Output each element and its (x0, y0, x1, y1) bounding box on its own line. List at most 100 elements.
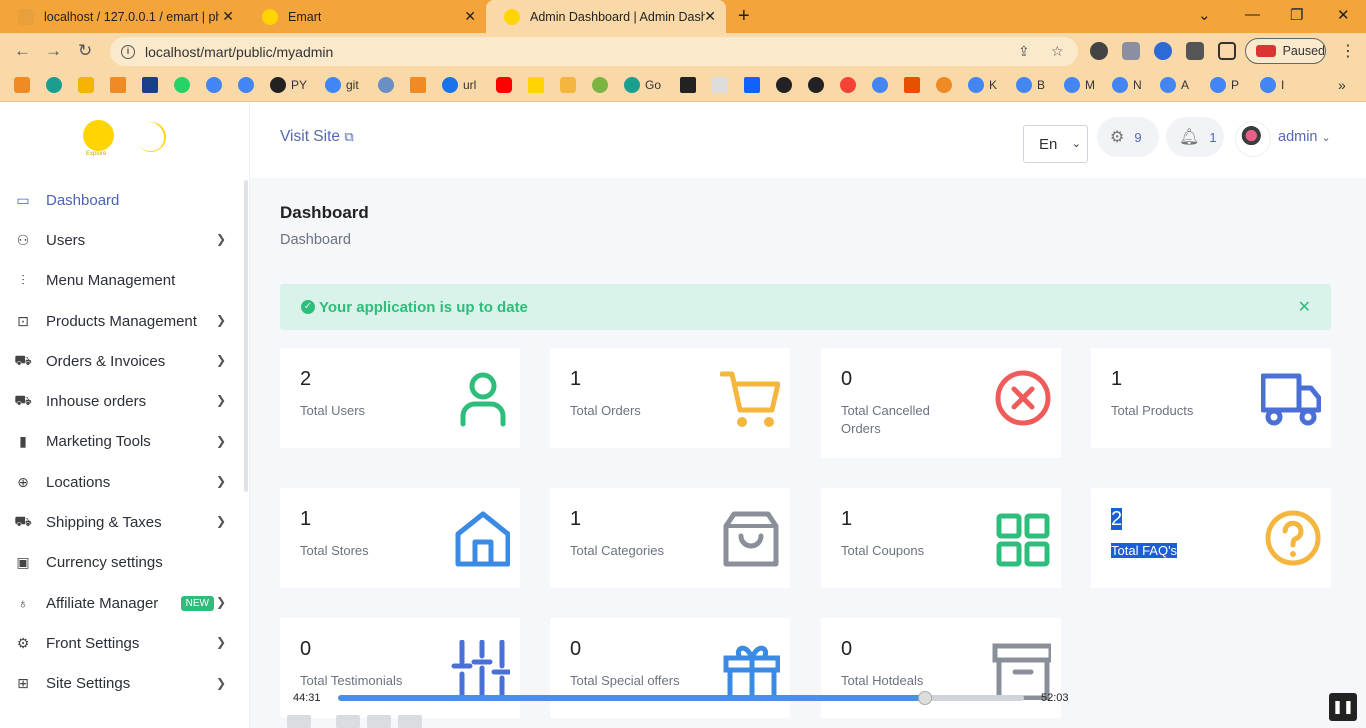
bookmark-icon[interactable] (238, 77, 259, 93)
bookmark-p[interactable]: P (1210, 77, 1239, 93)
stat-card-orders[interactable]: 1 Total Orders (550, 348, 790, 448)
reload-icon[interactable]: ↻ (78, 41, 92, 61)
bookmark-icon[interactable] (904, 77, 925, 93)
bookmark-n[interactable]: N (1112, 77, 1142, 93)
window-close-icon[interactable]: ✕ (1337, 6, 1350, 24)
sidebar-item-inhouse-orders[interactable]: ⛟ Inhouse orders ❯ (0, 381, 244, 421)
bookmark-k[interactable]: K (968, 77, 997, 93)
stat-card-stores[interactable]: 1 Total Stores (280, 488, 520, 588)
sidebar-item-menu-management[interactable]: ⫶ Menu Management (0, 261, 244, 301)
brand-logo[interactable]: Explore (0, 102, 250, 178)
language-select[interactable]: En ⌄ (1023, 125, 1088, 163)
new-tab-button[interactable]: + (738, 5, 750, 28)
bookmark-github-py[interactable]: PY (270, 77, 307, 93)
sidebar-item-site-settings[interactable]: ⊞ Site Settings ❯ (0, 664, 244, 704)
bookmark-a[interactable]: A (1160, 77, 1189, 93)
extension-image-icon[interactable] (1122, 42, 1140, 60)
browser-tab-phpmyadmin[interactable]: localhost / 127.0.0.1 / emart | php ✕ (0, 0, 244, 33)
bookmark-git[interactable]: git (325, 77, 359, 93)
bookmark-icon[interactable] (712, 77, 733, 93)
player-prev-ghost-button[interactable] (336, 715, 360, 728)
more-bookmarks-icon[interactable]: » (1338, 77, 1346, 93)
sidebar-item-shipping-taxes[interactable]: ⛟ Shipping & Taxes ❯ (0, 502, 244, 542)
bookmark-icon[interactable] (680, 77, 701, 93)
sidebar-item-affiliate-manager[interactable]: ♁ Affiliate Manager NEW ❯ (0, 583, 244, 623)
bookmark-icon[interactable] (496, 77, 517, 93)
side-panel-icon[interactable] (1218, 42, 1236, 60)
player-next-ghost-button[interactable] (398, 715, 422, 728)
bookmark-star-icon[interactable]: ☆ (1051, 43, 1064, 60)
bookmark-icon[interactable] (776, 77, 797, 93)
forward-icon[interactable]: → (45, 41, 62, 61)
bookmark-icon[interactable] (110, 77, 131, 93)
bookmark-icon[interactable] (872, 77, 893, 93)
minimize-icon[interactable]: — (1245, 6, 1260, 23)
bookmark-icon[interactable] (378, 77, 399, 93)
visit-site-link[interactable]: Visit Site ⧉ (280, 128, 354, 146)
stat-card-categories[interactable]: 1 Total Categories (550, 488, 790, 588)
bookmark-icon[interactable] (14, 77, 35, 93)
browser-menu-icon[interactable]: ⋮ (1340, 41, 1356, 61)
stat-card-faqs[interactable]: 2 Total FAQ's (1091, 488, 1331, 588)
bookmark-icon[interactable] (592, 77, 613, 93)
bookmark-icon[interactable] (840, 77, 861, 93)
close-tab-icon[interactable]: ✕ (464, 8, 476, 25)
sidebar-item-front-settings[interactable]: ⚙ Front Settings ❯ (0, 623, 244, 663)
bookmark-icon[interactable] (174, 77, 195, 93)
bookmark-url[interactable]: url (442, 77, 476, 93)
bookmark-go[interactable]: Go (624, 77, 661, 93)
pause-button[interactable]: ❚❚ (1329, 693, 1357, 721)
back-icon[interactable]: ← (14, 41, 31, 61)
seek-handle[interactable] (917, 691, 932, 705)
sidebar-item-products-management[interactable]: ⊡ Products Management ❯ (0, 301, 244, 341)
stat-label: Total FAQ's (1111, 543, 1178, 558)
sidebar-item-dashboard[interactable]: ▭ Dashboard (0, 180, 244, 220)
bookmark-icon[interactable] (46, 77, 67, 93)
bookmark-icon[interactable] (206, 77, 227, 93)
sidebar-item-orders-invoices[interactable]: ⛟ Orders & Invoices ❯ (0, 341, 244, 381)
tab-search-icon[interactable]: ⌄ (1198, 6, 1211, 24)
sidebar-item-users[interactable]: ⚇ Users ❯ (0, 220, 244, 260)
stat-card-users[interactable]: 2 Total Users (280, 348, 520, 448)
seek-bar[interactable] (338, 691, 1024, 705)
close-icon[interactable]: ✕ (1298, 297, 1311, 317)
settings-button[interactable]: ⚙ 9 (1097, 117, 1159, 157)
bookmark-b[interactable]: B (1016, 77, 1045, 93)
bookmark-m[interactable]: M (1064, 77, 1095, 93)
avatar[interactable] (1235, 121, 1271, 157)
user-menu[interactable]: admin ⌄ (1278, 129, 1331, 145)
bookmark-icon[interactable] (744, 77, 765, 93)
bookmark-icon[interactable] (560, 77, 581, 93)
sidebar-item-marketing-tools[interactable]: ▮ Marketing Tools ❯ (0, 422, 244, 462)
browser-tab-admin-dashboard[interactable]: Admin Dashboard | Admin Dashb ✕ (486, 0, 726, 33)
breadcrumb[interactable]: Dashboard (280, 232, 351, 248)
bookmark-icon[interactable] (142, 77, 163, 93)
stat-card-cancelled-orders[interactable]: 0 Total Cancelled Orders (821, 348, 1061, 458)
bookmark-icon[interactable] (936, 77, 957, 93)
bookmark-icon[interactable] (528, 77, 549, 93)
close-tab-icon[interactable]: ✕ (222, 8, 234, 25)
extension-a-icon[interactable] (1154, 42, 1172, 60)
address-bar[interactable]: i localhost/mart/public/myadmin ⇪ ☆ (110, 37, 1078, 66)
profile-paused-button[interactable]: Paused (1245, 38, 1326, 64)
bookmark-icon[interactable] (78, 77, 99, 93)
sidebar-scrollbar[interactable] (244, 180, 248, 492)
bookmark-i[interactable]: I (1260, 77, 1284, 93)
stat-card-products[interactable]: 1 Total Products (1091, 348, 1331, 448)
notifications-button[interactable]: 🔔︎ 1 (1166, 117, 1224, 157)
bookmark-icon[interactable] (808, 77, 829, 93)
site-info-icon[interactable]: i (121, 44, 135, 59)
sidebar-item-locations[interactable]: ⊕ Locations ❯ (0, 462, 244, 502)
stat-card-coupons[interactable]: 1 Total Coupons (821, 488, 1061, 588)
restore-icon[interactable]: ❐ (1290, 6, 1303, 24)
extensions-puzzle-icon[interactable] (1186, 42, 1204, 60)
bookmark-icon[interactable] (410, 77, 431, 93)
browser-tab-emart[interactable]: Emart ✕ (244, 0, 486, 33)
elapsed-time: 44:31 (293, 692, 321, 704)
close-tab-icon[interactable]: ✕ (704, 8, 716, 25)
player-stop-ghost-button[interactable] (367, 715, 391, 728)
extension-panda-icon[interactable] (1090, 42, 1108, 60)
player-pause-ghost-button[interactable] (287, 715, 311, 728)
share-icon[interactable]: ⇪ (1018, 43, 1030, 60)
sidebar-item-currency-settings[interactable]: ▣ Currency settings (0, 543, 244, 583)
